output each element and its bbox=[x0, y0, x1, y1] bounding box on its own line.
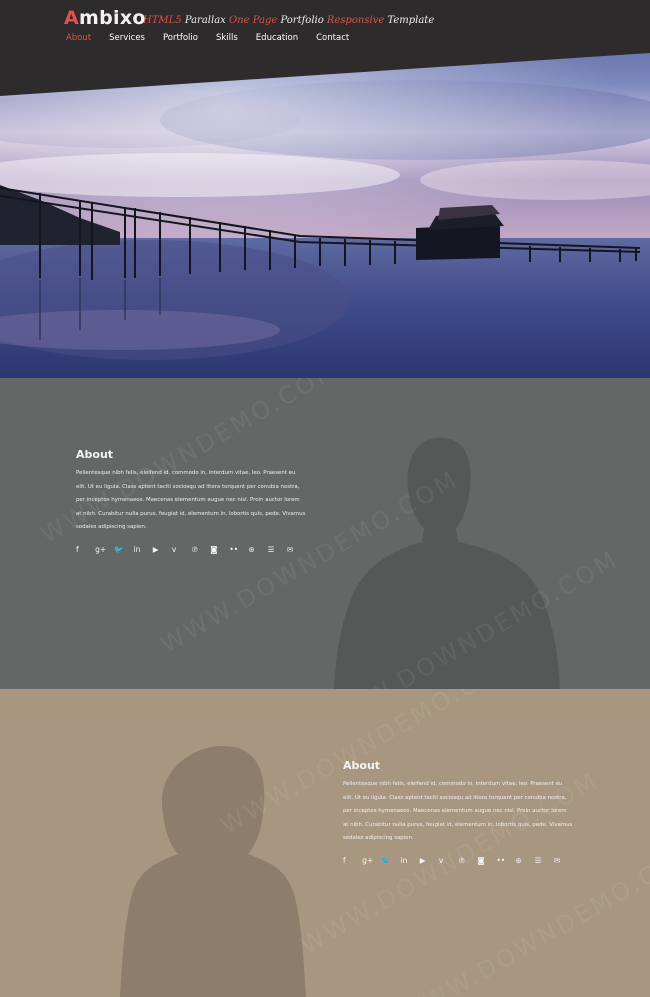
man-silhouette bbox=[334, 438, 560, 689]
social-links: f g+ 🐦 in ▶ v ℗ ◙ •• ⊛ ☰ ✉ bbox=[76, 545, 306, 554]
about-section-1: WWW.DOWNDEMO.COM WWW.DOWNDEMO.COM WWW.DO… bbox=[0, 378, 650, 689]
logo-text: mbixo bbox=[79, 7, 146, 29]
social-links: f g+ 🐦 in ▶ v ℗ ◙ •• ⊛ ☰ ✉ bbox=[343, 856, 573, 865]
dribbble-icon[interactable]: ⊛ bbox=[249, 545, 268, 554]
main-nav: About Services Portfolio Skills Educatio… bbox=[66, 33, 367, 43]
twitter-icon[interactable]: 🐦 bbox=[114, 545, 133, 554]
email-icon[interactable]: ✉ bbox=[287, 545, 306, 554]
twitter-icon[interactable]: 🐦 bbox=[381, 856, 400, 865]
flickr-icon[interactable]: •• bbox=[496, 856, 515, 865]
nav-skills[interactable]: Skills bbox=[216, 33, 238, 43]
pinterest-icon[interactable]: ℗ bbox=[191, 545, 210, 554]
about-text-block-1: About Pellentesque nibh felis, eleifend … bbox=[76, 448, 306, 554]
google-plus-icon[interactable]: g+ bbox=[95, 545, 114, 554]
woman-silhouette bbox=[120, 746, 306, 997]
vimeo-icon[interactable]: v bbox=[439, 856, 458, 865]
youtube-icon[interactable]: ▶ bbox=[420, 856, 439, 865]
nav-portfolio[interactable]: Portfolio bbox=[163, 33, 198, 43]
section-body: Pellentesque nibh felis, eleifend id, co… bbox=[76, 470, 306, 530]
facebook-icon[interactable]: f bbox=[343, 856, 362, 865]
tagline-html5: HTML5 bbox=[143, 15, 182, 26]
facebook-icon[interactable]: f bbox=[76, 545, 95, 554]
youtube-icon[interactable]: ▶ bbox=[153, 545, 172, 554]
linkedin-icon[interactable]: in bbox=[134, 545, 153, 554]
rss-icon[interactable]: ☰ bbox=[535, 856, 554, 865]
tagline-portfolio: Portfolio bbox=[277, 15, 327, 26]
dribbble-icon[interactable]: ⊛ bbox=[516, 856, 535, 865]
logo-initial: A bbox=[64, 7, 80, 29]
about-section-2: WWW.DOWNDEMO.COM WWW.DOWNDEMO.COM WWW.DO… bbox=[0, 689, 650, 997]
tagline-template: Template bbox=[384, 15, 435, 26]
site-tagline: HTML5 Parallax One Page Portfolio Respon… bbox=[143, 15, 434, 26]
flickr-icon[interactable]: •• bbox=[229, 545, 248, 554]
site-logo[interactable]: Ambixo bbox=[64, 7, 146, 29]
nav-education[interactable]: Education bbox=[256, 33, 298, 43]
section-body: Pellentesque nibh felis, eleifend id, co… bbox=[343, 781, 573, 841]
section-title: About bbox=[343, 759, 381, 772]
pinterest-icon[interactable]: ℗ bbox=[458, 856, 477, 865]
about-text-block-2: About Pellentesque nibh felis, eleifend … bbox=[343, 759, 573, 865]
rss-icon[interactable]: ☰ bbox=[268, 545, 287, 554]
google-plus-icon[interactable]: g+ bbox=[362, 856, 381, 865]
tagline-one-page: One Page bbox=[228, 15, 278, 26]
nav-about[interactable]: About bbox=[66, 33, 91, 43]
email-icon[interactable]: ✉ bbox=[554, 856, 573, 865]
linkedin-icon[interactable]: in bbox=[401, 856, 420, 865]
tagline-responsive: Responsive bbox=[326, 15, 385, 26]
nav-services[interactable]: Services bbox=[109, 33, 145, 43]
tagline-parallax: Parallax bbox=[181, 15, 229, 26]
vimeo-icon[interactable]: v bbox=[172, 545, 191, 554]
instagram-icon[interactable]: ◙ bbox=[477, 856, 496, 865]
nav-contact[interactable]: Contact bbox=[316, 33, 349, 43]
instagram-icon[interactable]: ◙ bbox=[210, 545, 229, 554]
section-title: About bbox=[76, 448, 114, 461]
